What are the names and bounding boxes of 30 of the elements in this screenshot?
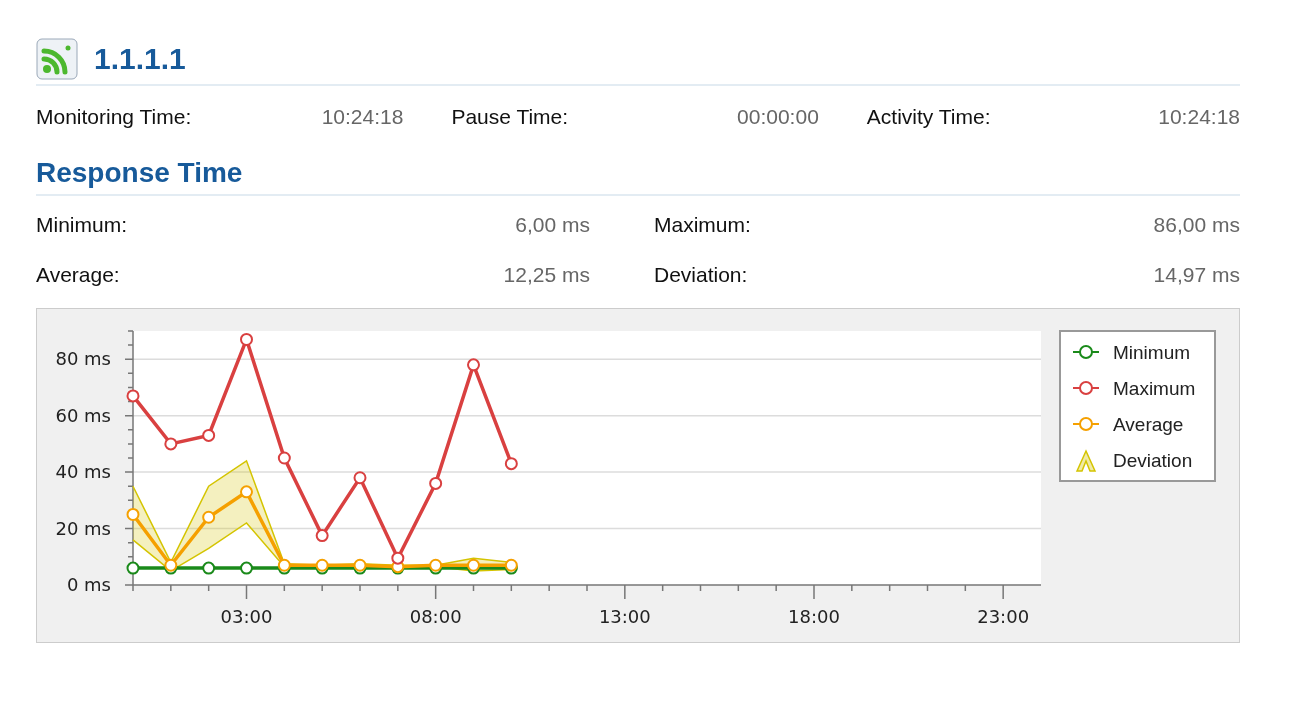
stat-label: Average: [36,261,120,288]
stat-label: Minimum: [36,211,127,238]
stat-value: 6,00 ms [515,211,590,238]
axis-label: 80 ms [55,347,111,369]
axis-label: 08:00 [409,605,462,627]
stat-label: Monitoring Time: [36,104,192,131]
stat-value: 10:24:18 [1158,104,1240,131]
axis-label: 60 ms [55,404,111,426]
axis-label: 18:00 [788,605,840,627]
host-title: 1.1.1.1 [94,41,186,77]
stat-label: Pause Time: [451,104,569,131]
axis-label: 20 ms [55,517,111,539]
stat-value: 00:00:00 [737,104,819,131]
stat-label: Maximum: [654,211,751,238]
legend-label: Maximum [1113,377,1196,399]
axis-label: 0 ms [66,573,111,595]
stat-value: 14,97 ms [1153,261,1240,288]
axis-label: 23:00 [977,605,1030,627]
stat-value: 12,25 ms [503,261,590,288]
axis-label: 13:00 [598,605,651,627]
stat-value: 10:24:18 [321,104,404,131]
axis-label: 03:00 [220,605,273,627]
legend-label: Average [1113,413,1184,435]
section-title: Response Time [36,157,243,188]
axis-label: 40 ms [55,460,111,482]
stat-label: Activity Time: [866,104,991,131]
legend-label: Deviation [1113,449,1193,471]
stat-label: Deviation: [654,261,748,288]
legend-label: Minimum [1113,341,1191,363]
stat-value: 86,00 ms [1153,211,1240,238]
